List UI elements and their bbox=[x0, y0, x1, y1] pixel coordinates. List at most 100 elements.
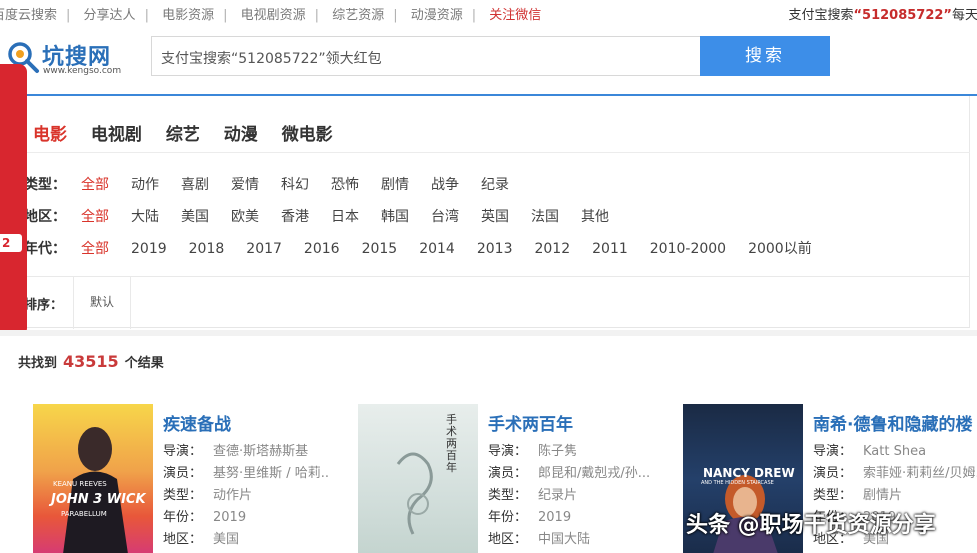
filter-label-year: 年代： bbox=[24, 241, 66, 257]
filter-option[interactable]: 喜剧 bbox=[181, 174, 209, 194]
movie-title[interactable]: 手术两百年 bbox=[488, 410, 573, 435]
filter-option[interactable]: 美国 bbox=[181, 206, 209, 226]
filter-option[interactable]: 全部 bbox=[81, 206, 109, 226]
result-count-suffix: 个结果 bbox=[124, 356, 164, 371]
filter-option[interactable]: 纪录 bbox=[481, 174, 509, 194]
poster-actor-text: KEANU REEVES bbox=[53, 480, 107, 488]
filter-option[interactable]: 恐怖 bbox=[331, 174, 359, 194]
filter-option[interactable]: 大陆 bbox=[131, 206, 159, 226]
poster-title-text: 手术两百年 bbox=[446, 413, 457, 474]
movie-info-director: 导演： Katt Shea bbox=[813, 440, 926, 459]
filter-option[interactable]: 2010-2000 bbox=[650, 241, 726, 257]
top-link-variety[interactable]: 综艺资源 bbox=[332, 8, 384, 23]
filter-option[interactable]: 全部 bbox=[81, 238, 109, 258]
side-floating-tab[interactable]: 2 bbox=[0, 64, 27, 336]
filter-option[interactable]: 动作 bbox=[131, 174, 159, 194]
info-value: 索菲娅·莉莉丝/贝姆.. bbox=[863, 466, 977, 481]
watermark-text: 头条 @职场干货资源分享 bbox=[686, 513, 936, 538]
top-link-tv[interactable]: 电视剧资源 bbox=[241, 8, 306, 23]
side-tab-badge: 2 bbox=[0, 234, 22, 252]
sort-default-button[interactable]: 默认 bbox=[73, 277, 131, 329]
separator: | bbox=[393, 8, 398, 23]
filter-option[interactable]: 战争 bbox=[431, 174, 459, 194]
movie-poster[interactable]: 手术两百年 bbox=[358, 404, 478, 553]
tab-tv-series[interactable]: 电视剧 bbox=[91, 125, 142, 145]
info-value: 剧情片 bbox=[863, 488, 903, 503]
filter-option[interactable]: 英国 bbox=[481, 206, 509, 226]
top-link-wechat[interactable]: 关注微信 bbox=[489, 8, 541, 23]
filter-label-type: 类型： bbox=[24, 177, 66, 193]
info-value: 中国大陆 bbox=[538, 532, 591, 547]
search-input[interactable]: 支付宝搜索“512085722”领大红包 bbox=[151, 36, 701, 76]
separator: | bbox=[144, 8, 149, 23]
tab-anime[interactable]: 动漫 bbox=[224, 125, 258, 145]
movie-info-genre: 类型： 剧情片 bbox=[813, 484, 902, 503]
filter-option[interactable]: 爱情 bbox=[231, 174, 259, 194]
movie-card[interactable]: 手术两百年 手术两百年 导演： 陈子隽 演员： 郎昆和/戴剋戎/孙... 类型： 纪录… bbox=[358, 404, 678, 553]
filter-option[interactable]: 2017 bbox=[246, 241, 282, 257]
info-key: 地区： bbox=[488, 532, 528, 547]
tab-movie[interactable]: 电影 bbox=[33, 125, 67, 145]
promo-text: 支付宝搜索“512085722”每天领红包 bbox=[788, 4, 977, 23]
filter-option[interactable]: 法国 bbox=[531, 206, 559, 226]
filter-option[interactable]: 2000以前 bbox=[748, 238, 812, 258]
filter-option[interactable]: 2011 bbox=[592, 241, 628, 257]
filter-option[interactable]: 科幻 bbox=[281, 174, 309, 194]
filter-option[interactable]: 2019 bbox=[131, 241, 167, 257]
filter-option[interactable]: 2016 bbox=[304, 241, 340, 257]
filter-option[interactable]: 2012 bbox=[534, 241, 570, 257]
top-link-movies[interactable]: 电影资源 bbox=[162, 8, 214, 23]
top-link-baiduyun[interactable]: 百度云搜索 bbox=[0, 8, 57, 23]
filter-option[interactable]: 台湾 bbox=[431, 206, 459, 226]
movie-card[interactable]: KEANU REEVES JOHN 3 WICK PARABELLUM 疾速备战… bbox=[33, 404, 353, 553]
result-count: 共找到 43515 个结果 bbox=[18, 352, 164, 371]
movie-title[interactable]: 南希·德鲁和隐藏的楼 bbox=[813, 410, 972, 435]
tab-variety[interactable]: 综艺 bbox=[166, 125, 200, 145]
info-key: 导演： bbox=[488, 444, 528, 459]
info-key: 导演： bbox=[813, 444, 853, 459]
search-button[interactable]: 搜索 bbox=[700, 36, 830, 76]
info-key: 演员： bbox=[488, 466, 528, 481]
filter-option[interactable]: 韩国 bbox=[381, 206, 409, 226]
movie-poster[interactable]: KEANU REEVES JOHN 3 WICK PARABELLUM bbox=[33, 404, 153, 553]
tab-micro-film[interactable]: 微电影 bbox=[282, 125, 333, 145]
filter-option[interactable]: 2018 bbox=[189, 241, 225, 257]
page: 百度云搜索 | 分享达人 | 电影资源 | 电视剧资源 | 综艺资源 | 动漫资源 | 关注… bbox=[0, 0, 977, 553]
filter-option[interactable]: 2013 bbox=[477, 241, 513, 257]
filter-option[interactable]: 全部 bbox=[81, 174, 109, 194]
movie-info-year: 年份： 2019 bbox=[163, 506, 246, 525]
poster-subtitle-text: AND THE HIDDEN STAIRCASE bbox=[701, 480, 774, 486]
filter-option[interactable]: 香港 bbox=[281, 206, 309, 226]
filter-option[interactable]: 其他 bbox=[581, 206, 609, 226]
movie-info-genre: 类型： 纪录片 bbox=[488, 484, 577, 503]
info-key: 地区： bbox=[163, 532, 203, 547]
info-key: 年份： bbox=[488, 510, 528, 525]
info-value: 2019 bbox=[213, 510, 247, 525]
info-value: 动作片 bbox=[213, 488, 253, 503]
info-value: 陈子隽 bbox=[538, 444, 578, 459]
info-value: 基努·里维斯 / 哈莉.. bbox=[213, 466, 330, 481]
result-count-prefix: 共找到 bbox=[18, 356, 58, 371]
filter-option[interactable]: 剧情 bbox=[381, 174, 409, 194]
top-link-share-expert[interactable]: 分享达人 bbox=[84, 8, 136, 23]
filter-option[interactable]: 2014 bbox=[419, 241, 455, 257]
filter-option[interactable]: 2015 bbox=[362, 241, 398, 257]
movie-info-cast: 演员： 基努·里维斯 / 哈莉.. bbox=[163, 462, 329, 481]
filter-option[interactable]: 欧美 bbox=[231, 206, 259, 226]
filter-label-region: 地区： bbox=[24, 209, 66, 225]
filter-option[interactable]: 日本 bbox=[331, 206, 359, 226]
separator: | bbox=[223, 8, 228, 23]
movie-title[interactable]: 疾速备战 bbox=[163, 410, 231, 435]
poster-title-text: NANCY DREW bbox=[703, 466, 795, 480]
separator: | bbox=[314, 8, 320, 23]
info-value: 郎昆和/戴剋戎/孙... bbox=[538, 466, 651, 481]
info-key: 演员： bbox=[813, 466, 853, 481]
filter-row-type: 类型： 全部 动作 喜剧 爱情 科幻 恐怖 剧情 战争 纪录 bbox=[24, 174, 531, 194]
section-gap bbox=[0, 330, 977, 336]
info-value: 美国 bbox=[213, 532, 240, 547]
info-key: 类型： bbox=[813, 488, 853, 503]
poster-title-text: JOHN 3 WICK bbox=[51, 492, 146, 507]
movie-info-director: 导演： 陈子隽 bbox=[488, 440, 577, 459]
info-key: 演员： bbox=[163, 466, 203, 481]
top-link-anime[interactable]: 动漫资源 bbox=[411, 8, 463, 23]
